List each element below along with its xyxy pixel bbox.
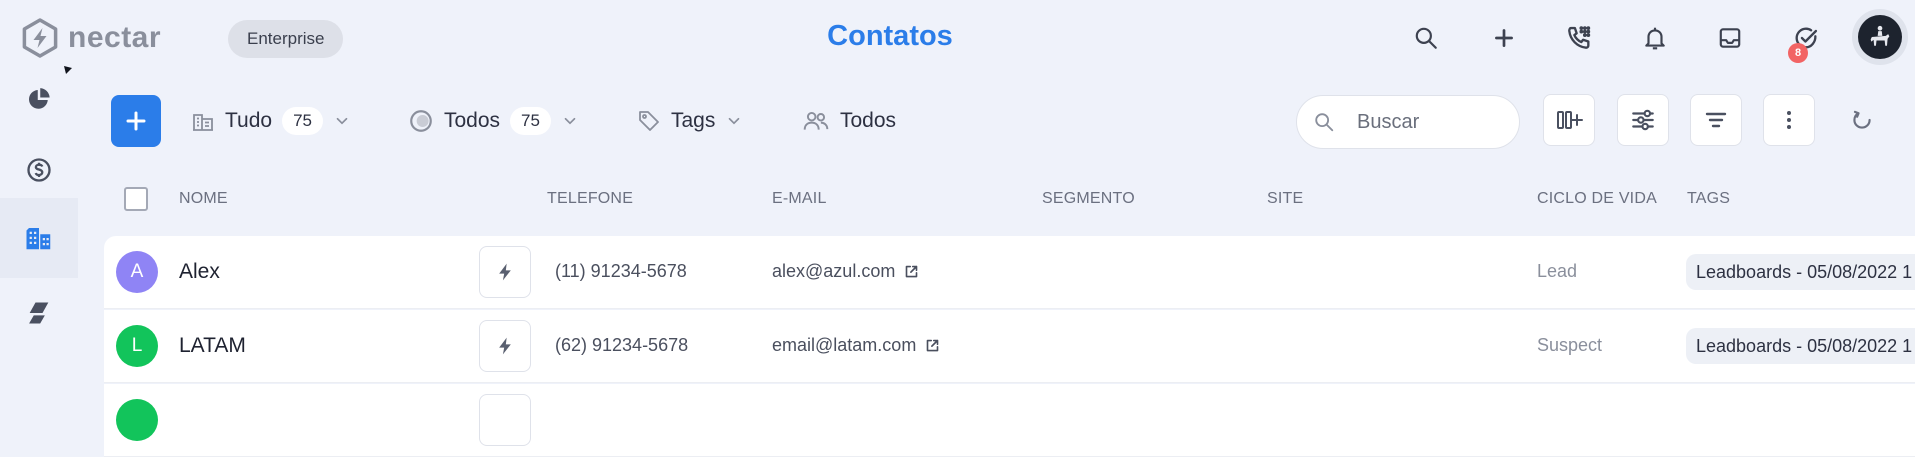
filter-tags-label: Tags bbox=[671, 109, 716, 132]
lifecycle-cell: Suspect bbox=[1537, 335, 1603, 355]
column-header-tags[interactable]: TAGS bbox=[1687, 190, 1730, 208]
lightning-icon bbox=[499, 337, 511, 355]
sidebar-item-layers[interactable] bbox=[0, 273, 78, 353]
phone-cell: (11) 91234-5678 bbox=[555, 261, 687, 281]
plus-icon[interactable] bbox=[1488, 22, 1520, 54]
phone-cell: (62) 91234-5678 bbox=[555, 335, 689, 355]
bell-icon[interactable] bbox=[1639, 22, 1671, 54]
refresh-button[interactable] bbox=[1846, 104, 1878, 136]
filter-type-label: Tudo bbox=[225, 109, 273, 132]
column-header-email[interactable]: E-MAIL bbox=[772, 190, 827, 208]
brand-name: nectar bbox=[68, 21, 162, 54]
avatar bbox=[116, 399, 158, 441]
contact-name[interactable]: LATAM bbox=[179, 334, 246, 358]
sidebar-item-dashboard[interactable] bbox=[0, 60, 78, 140]
select-all-checkbox[interactable] bbox=[124, 187, 148, 211]
page-title: Contatos bbox=[827, 20, 953, 52]
filter-status-count: 75 bbox=[510, 107, 551, 135]
add-column-button[interactable] bbox=[1543, 94, 1595, 146]
quick-action-button[interactable] bbox=[479, 246, 531, 298]
filter-owner-label: Todos bbox=[840, 109, 897, 132]
filter-status-label: Todos bbox=[444, 109, 501, 132]
chevron-down-icon bbox=[336, 117, 348, 125]
notification-badge: 8 bbox=[1788, 43, 1808, 63]
column-header-segment[interactable]: SEGMENTO bbox=[1042, 190, 1135, 208]
column-header-lifecycle[interactable]: CICLO DE VIDA bbox=[1537, 190, 1657, 208]
search-icon[interactable] bbox=[1410, 22, 1442, 54]
email-text: email@latam.com bbox=[772, 335, 917, 355]
column-header-phone[interactable]: TELEFONE bbox=[547, 190, 633, 208]
email-cell[interactable]: email@latam.com bbox=[772, 335, 940, 356]
column-header-name[interactable]: NOME bbox=[179, 190, 228, 208]
plan-badge: Enterprise bbox=[228, 20, 344, 58]
tag-icon bbox=[639, 111, 659, 131]
search-icon bbox=[1315, 113, 1334, 132]
lightning-icon bbox=[499, 263, 511, 281]
chevron-down-icon bbox=[564, 117, 576, 125]
add-contact-button[interactable] bbox=[111, 95, 161, 147]
quick-action-button[interactable] bbox=[479, 320, 531, 372]
sort-icon bbox=[1705, 112, 1727, 128]
nectar-logo-icon bbox=[22, 18, 58, 58]
table-row[interactable]: L LATAM (62) 91234-5678 email@latam.com … bbox=[104, 310, 1915, 383]
avatar: A bbox=[116, 251, 158, 293]
email-cell[interactable]: alex@azul.com bbox=[772, 261, 919, 282]
tag-chip[interactable]: Leadboards - 05/08/2022 1 bbox=[1686, 254, 1915, 290]
sidebar bbox=[0, 66, 78, 408]
pie-chart-icon bbox=[29, 88, 50, 109]
search-box[interactable] bbox=[1296, 95, 1520, 149]
external-link-icon[interactable] bbox=[904, 264, 919, 279]
users-icon bbox=[803, 111, 829, 130]
table-header: NOME TELEFONE E-MAIL SEGMENTO SITE CICLO… bbox=[104, 180, 1915, 220]
sliders-icon bbox=[1632, 109, 1654, 131]
filter-owner-dropdown[interactable]: Todos bbox=[802, 102, 896, 140]
plus-icon bbox=[126, 111, 146, 131]
external-link-icon[interactable] bbox=[925, 338, 940, 353]
layers-icon bbox=[29, 302, 49, 324]
horse-rider-icon bbox=[1870, 25, 1890, 46]
filter-type-dropdown[interactable]: Tudo 75 bbox=[191, 102, 351, 140]
status-ring-icon bbox=[410, 110, 432, 132]
quick-action-button[interactable] bbox=[479, 394, 531, 446]
dollar-circle-icon bbox=[27, 158, 51, 182]
filter-tags-dropdown[interactable]: Tags bbox=[637, 102, 743, 140]
more-vertical-icon bbox=[1787, 111, 1791, 129]
tag-chip[interactable]: Leadboards - 05/08/2022 1 bbox=[1686, 328, 1915, 364]
table-row[interactable]: A Alex (11) 91234-5678 alex@azul.com Lea… bbox=[104, 236, 1915, 309]
avatar: L bbox=[116, 325, 158, 367]
email-text: alex@azul.com bbox=[772, 261, 896, 281]
add-column-icon bbox=[1557, 111, 1583, 129]
user-avatar[interactable] bbox=[1852, 9, 1908, 65]
buildings-icon bbox=[26, 228, 51, 250]
refresh-icon bbox=[1853, 110, 1871, 129]
table-row[interactable] bbox=[104, 384, 1915, 457]
search-input[interactable] bbox=[1355, 109, 1505, 135]
filter-settings-button[interactable] bbox=[1617, 94, 1669, 146]
sort-button[interactable] bbox=[1690, 94, 1742, 146]
contact-name[interactable]: Alex bbox=[179, 260, 220, 284]
dialpad-phone-icon[interactable] bbox=[1563, 22, 1595, 54]
chevron-down-icon bbox=[729, 117, 740, 125]
column-header-site[interactable]: SITE bbox=[1267, 190, 1303, 208]
nectar-logo[interactable]: nectar bbox=[20, 18, 161, 58]
top-bar: nectar Enterprise Contatos 8 bbox=[0, 0, 1915, 78]
filter-type-count: 75 bbox=[282, 107, 324, 135]
building-icon bbox=[193, 114, 213, 131]
filter-status-dropdown[interactable]: Todos 75 bbox=[408, 102, 579, 140]
more-options-button[interactable] bbox=[1763, 94, 1815, 146]
inbox-icon[interactable] bbox=[1714, 22, 1746, 54]
lifecycle-cell: Lead bbox=[1537, 261, 1578, 281]
sidebar-item-companies[interactable] bbox=[0, 198, 78, 278]
